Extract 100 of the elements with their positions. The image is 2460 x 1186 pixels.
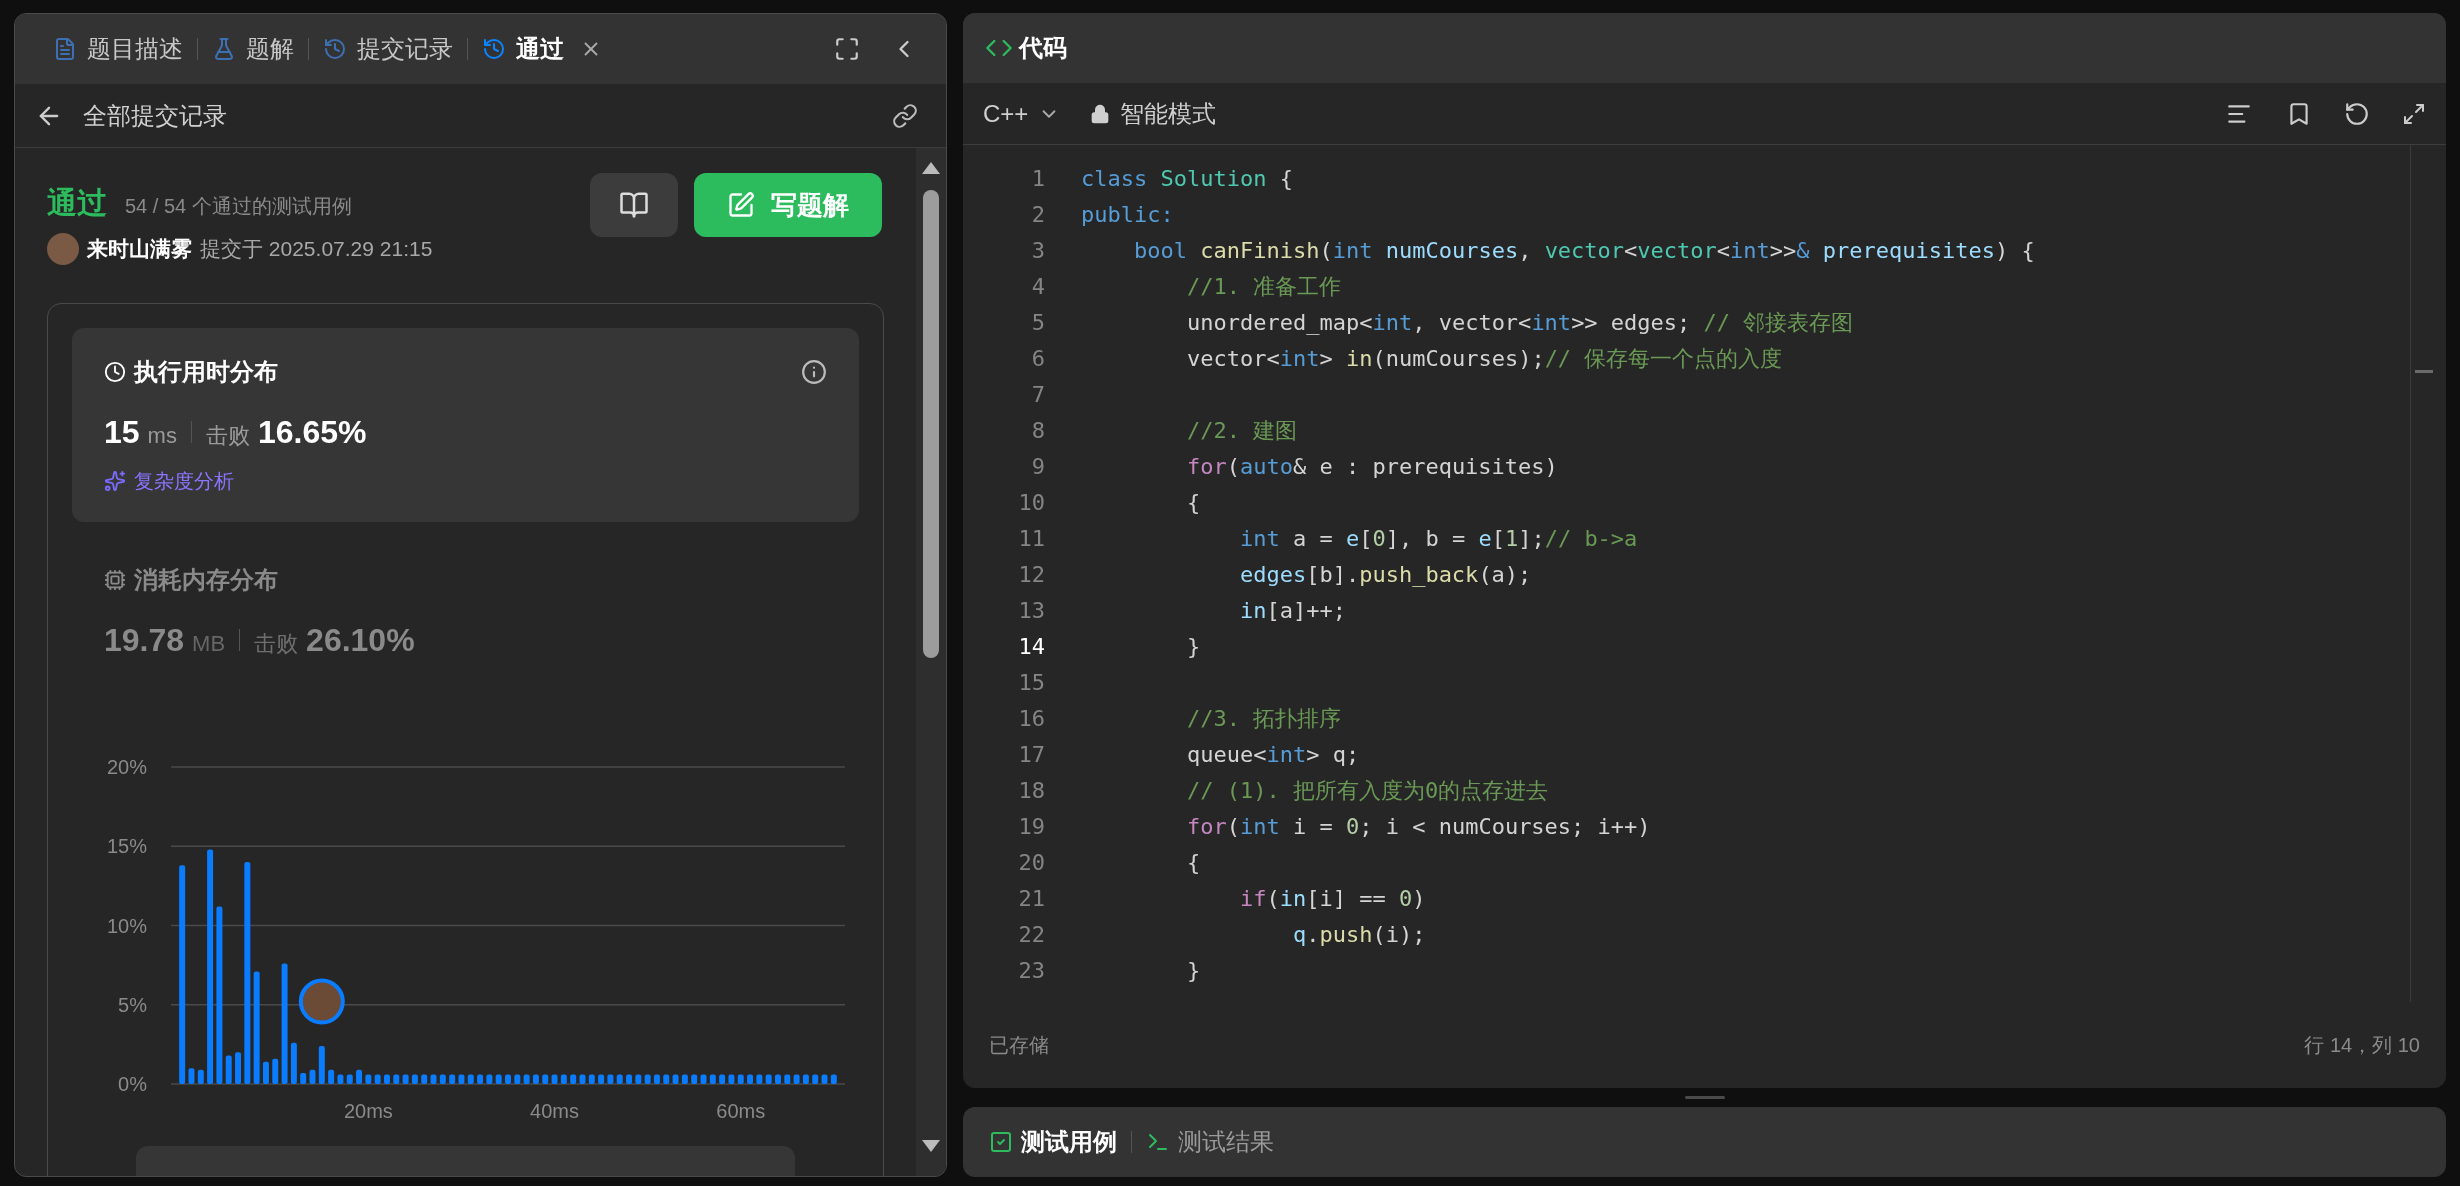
metric-value: 19.78 — [104, 621, 185, 660]
bar — [337, 1074, 344, 1084]
beat-percentage: 16.65% — [257, 413, 367, 452]
mode-label[interactable]: 智能模式 — [1120, 95, 1217, 132]
bar — [384, 1074, 390, 1084]
line-number: 10 — [1017, 489, 1045, 517]
code-line: } — [1185, 633, 1201, 661]
bar — [486, 1074, 493, 1084]
username: 来时山满雾 — [87, 236, 192, 263]
y-tick-label: 10% — [106, 914, 147, 937]
bar — [709, 1074, 716, 1084]
bar — [495, 1074, 502, 1084]
bar — [346, 1074, 353, 1084]
bar — [784, 1074, 791, 1084]
bar — [663, 1074, 670, 1084]
line-number: 14 — [1017, 633, 1045, 661]
bar — [747, 1074, 754, 1084]
panel-title: 代码 — [1019, 33, 1067, 63]
bar — [607, 1074, 614, 1084]
resize-handle[interactable] — [1684, 1096, 1725, 1099]
code-line: //1. 准备工作 — [1185, 273, 1342, 301]
x-tick-label: 20ms — [343, 1100, 393, 1122]
code-line: edges[b].push_back(a); — [1238, 561, 1532, 589]
reset-icon[interactable] — [2344, 100, 2370, 127]
code-line: bool canFinish(int numCourses, vector<vector<int>>& prerequisites) { — [1132, 237, 2035, 265]
bar — [598, 1074, 605, 1084]
avatar-marker — [298, 978, 345, 1025]
bar — [793, 1074, 800, 1084]
beat-percentage: 26.10% — [306, 621, 415, 660]
bar — [830, 1074, 837, 1084]
scroll-thumb[interactable] — [923, 190, 939, 658]
bar — [365, 1074, 372, 1084]
bar — [821, 1074, 828, 1084]
line-number: 11 — [1017, 525, 1045, 553]
metric-unit: ms — [147, 422, 177, 450]
sparkle-icon — [104, 470, 126, 492]
tab[interactable]: 测试结果 — [1178, 1124, 1274, 1160]
scroll-down-icon[interactable] — [922, 1140, 940, 1152]
tab[interactable]: 提交记录 — [357, 31, 453, 67]
bar — [374, 1074, 381, 1084]
bar — [430, 1074, 437, 1084]
bar — [532, 1074, 539, 1084]
bar — [467, 1074, 474, 1084]
bar — [188, 1068, 195, 1084]
test-cases-passed: 54 / 54 个通过的测试用例 — [125, 194, 352, 219]
submitted-time: 提交于 2025.07.29 21:15 — [200, 236, 433, 263]
metric-card[interactable]: 执行用时分布 15 ms 击败 16.65% 复杂度分析 — [72, 328, 859, 522]
bar — [309, 1069, 316, 1084]
bar — [542, 1074, 549, 1084]
history-icon — [323, 37, 347, 61]
code-line: vector<int> in(numCourses);// 保存每一个点的入度 — [1185, 345, 1783, 373]
bar — [514, 1074, 521, 1084]
tab[interactable]: 测试用例 — [1021, 1124, 1117, 1160]
book-icon — [619, 190, 649, 220]
bar — [197, 1069, 204, 1084]
bar — [728, 1074, 735, 1084]
bar — [691, 1074, 698, 1084]
x-tick-label: 60ms — [716, 1100, 766, 1122]
line-number: 7 — [1030, 381, 1045, 409]
all-submissions-link[interactable]: 全部提交记录 — [83, 97, 227, 134]
code-line: q.push(i); — [1291, 921, 1426, 949]
line-number: 17 — [1017, 741, 1045, 769]
scroll-up-icon[interactable] — [922, 162, 940, 174]
line-number: 9 — [1030, 453, 1045, 481]
line-number: 18 — [1017, 777, 1045, 805]
bar — [356, 1069, 363, 1084]
bar — [765, 1074, 772, 1084]
lock-icon — [1090, 103, 1111, 124]
tab[interactable]: 题目描述 — [87, 31, 183, 67]
y-tick-label: 0% — [118, 1073, 147, 1095]
line-number: 2 — [1030, 201, 1045, 229]
code-line: //2. 建图 — [1185, 417, 1298, 445]
scroll-marker — [2415, 370, 2433, 373]
line-number: 12 — [1017, 561, 1045, 589]
bar — [570, 1074, 577, 1084]
y-tick-label: 15% — [106, 835, 147, 858]
clock-icon — [104, 361, 126, 383]
line-number: 23 — [1017, 957, 1045, 985]
metric-value: 15 — [104, 413, 140, 452]
scrollbar[interactable] — [916, 148, 946, 1176]
info-icon[interactable] — [801, 359, 827, 385]
bar — [328, 1069, 335, 1084]
y-tick-label: 20% — [106, 756, 147, 778]
bar — [439, 1074, 446, 1084]
tab[interactable]: 通过 — [516, 31, 564, 67]
metric-title: 消耗内存分布 — [134, 565, 278, 595]
save-status: 已存储 — [989, 1033, 1049, 1058]
beat-label: 击败 — [254, 630, 299, 658]
metric-title: 执行用时分布 — [134, 357, 278, 387]
language-dropdown[interactable]: C++ — [983, 95, 1061, 132]
beat-label: 击败 — [205, 422, 250, 450]
bar — [290, 1042, 297, 1084]
expand-icon[interactable] — [2402, 101, 2426, 126]
notes-button[interactable] — [590, 173, 678, 237]
link-icon[interactable] — [892, 102, 918, 129]
fullscreen-icon[interactable] — [834, 36, 860, 62]
bar — [579, 1074, 586, 1084]
bar — [458, 1074, 465, 1084]
flask-icon — [212, 37, 236, 61]
tab[interactable]: 题解 — [246, 31, 294, 67]
